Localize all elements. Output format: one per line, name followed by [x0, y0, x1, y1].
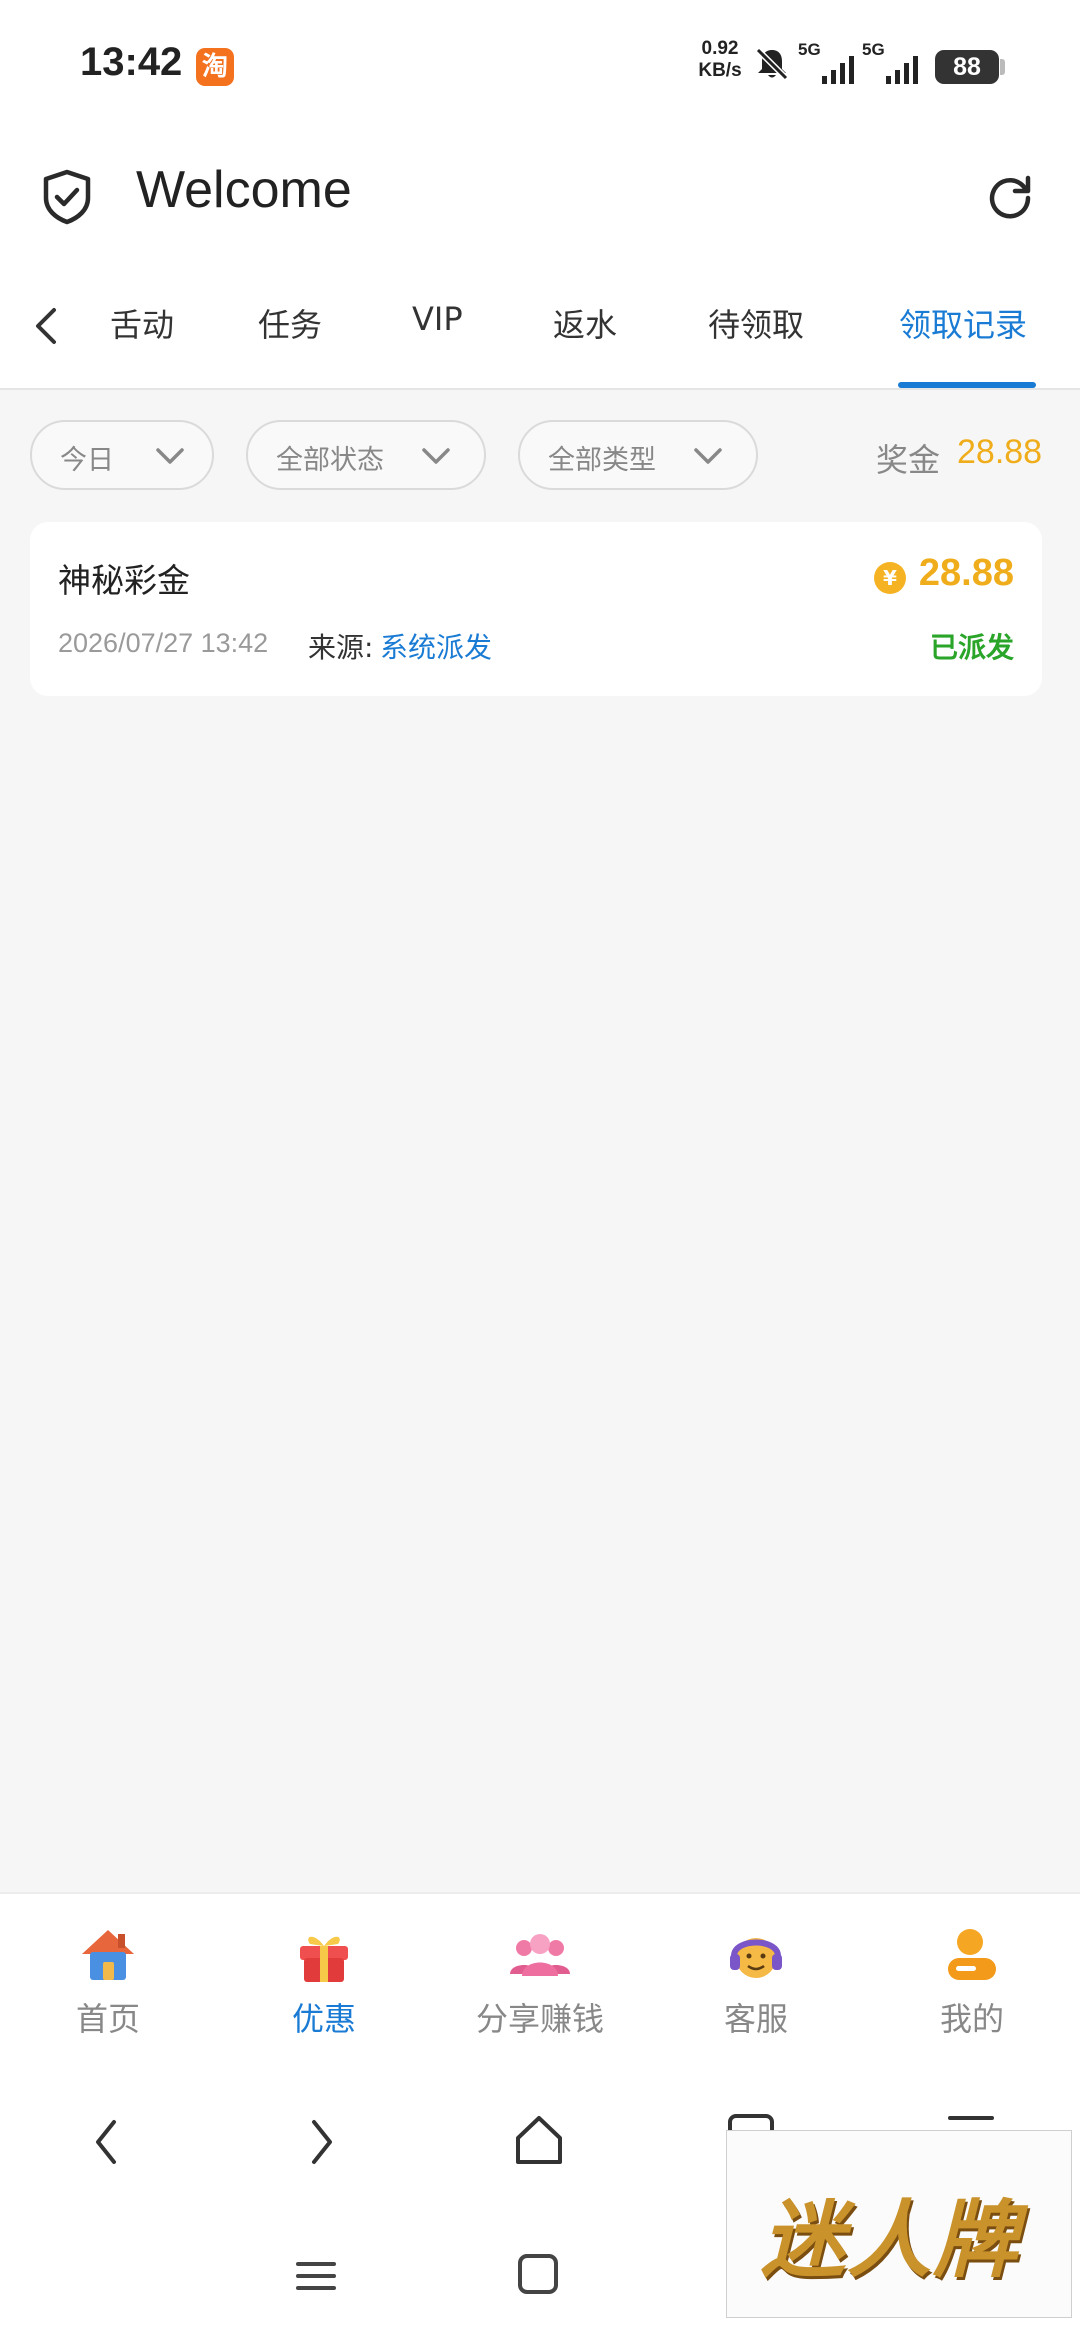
status-filter-dropdown[interactable]: 全部状态 — [246, 420, 486, 490]
browser-menu-icon[interactable] — [946, 2112, 996, 2132]
battery-tip — [1000, 59, 1005, 75]
watermark-text: 迷人牌 — [761, 2190, 1020, 2289]
nav-label-promotions: 优惠 — [291, 2000, 356, 2038]
shield-check-icon — [43, 169, 91, 225]
date-filter-dropdown[interactable]: 今日 — [30, 420, 214, 490]
app-header: Welcome — [0, 130, 1080, 260]
watermark-logo: 迷人牌 — [726, 2130, 1072, 2318]
tab-pending[interactable]: 待领取 — [708, 300, 804, 346]
network-speed-value: 0.92 — [701, 38, 739, 59]
type-filter-dropdown[interactable]: 全部类型 — [518, 420, 758, 490]
nav-label-profile: 我的 — [939, 2000, 1004, 2038]
sim2-network-label: 5G — [862, 40, 885, 59]
house-icon — [82, 1930, 134, 1980]
users-group-icon — [510, 1934, 570, 1976]
status-filter-label: 全部状态 — [276, 445, 384, 476]
claim-record-card[interactable]: 神秘彩金 ¥ 28.88 2026/07/27 13:42 来源: 系统派发 已… — [30, 522, 1042, 696]
tab-tasks[interactable]: 任务 — [258, 300, 322, 346]
chevron-down-icon — [694, 448, 722, 464]
bell-muted-icon — [755, 47, 789, 81]
user-profile-icon — [948, 1929, 996, 1980]
browser-forward-icon[interactable] — [302, 2114, 342, 2170]
chevron-down-icon — [156, 448, 184, 464]
recent-apps-icon[interactable] — [294, 2256, 338, 2296]
tab-activity[interactable]: 舌动 — [110, 300, 174, 346]
network-speed-unit: KB/s — [698, 60, 742, 81]
gift-box-icon — [300, 1936, 348, 1982]
type-filter-label: 全部类型 — [548, 445, 656, 476]
status-time: 13:42 — [80, 40, 183, 84]
refresh-icon[interactable] — [982, 168, 1038, 224]
signal-sim2-icon: 5G — [862, 40, 924, 86]
tab-rebate[interactable]: 返水 — [553, 300, 617, 346]
system-home-icon[interactable] — [516, 2252, 560, 2296]
nav-label-home: 首页 — [75, 2000, 140, 2038]
date-filter-label: 今日 — [60, 445, 114, 476]
active-tab-indicator — [898, 382, 1036, 388]
nav-item-promotions[interactable]: 优惠 — [234, 1922, 414, 2062]
page-title: Welcome — [136, 161, 352, 219]
bottom-navigation: 首页 优惠 分享赚钱 客服 我的 — [0, 1892, 1080, 2092]
page: 13:42 淘 0.92 KB/s 5G 5G 88 Welcome 舌动 任务… — [0, 0, 1080, 2340]
chevron-left-icon[interactable] — [26, 304, 66, 348]
record-source: 系统派发 — [380, 631, 493, 664]
signal-sim1-icon: 5G — [798, 40, 860, 86]
nav-item-share-earn[interactable]: 分享赚钱 — [450, 1922, 630, 2062]
nav-item-home[interactable]: 首页 — [18, 1922, 198, 2062]
bonus-total-value: 28.88 — [957, 433, 1043, 471]
nav-item-profile[interactable]: 我的 — [882, 1922, 1062, 2062]
coin-icon: ¥ — [874, 562, 906, 594]
browser-back-icon[interactable] — [86, 2114, 126, 2170]
record-timestamp: 2026/07/27 13:42 — [58, 628, 269, 658]
category-tabs: 舌动 任务 VIP 返水 待领取 领取记录 — [0, 260, 1080, 390]
record-source-label: 来源: — [308, 631, 374, 664]
status-bar: 13:42 淘 0.92 KB/s 5G 5G 88 — [0, 0, 1080, 130]
record-status-badge: 已派发 — [929, 631, 1014, 664]
network-speed: 0.92 KB/s — [695, 38, 745, 82]
sim1-network-label: 5G — [798, 40, 821, 59]
tab-claim-records[interactable]: 领取记录 — [899, 300, 1027, 346]
tabs-switcher-icon[interactable] — [726, 2112, 776, 2132]
nav-label-customer-service: 客服 — [723, 2000, 788, 2038]
tab-vip[interactable]: VIP — [412, 300, 463, 338]
battery-icon: 88 — [935, 50, 999, 84]
record-amount: 28.88 — [918, 552, 1014, 594]
record-title: 神秘彩金 — [58, 561, 190, 600]
nav-item-customer-service[interactable]: 客服 — [666, 1922, 846, 2062]
browser-home-icon[interactable] — [510, 2112, 568, 2170]
taobao-notification-icon: 淘 — [196, 48, 234, 86]
chevron-down-icon — [422, 448, 450, 464]
headset-agent-icon — [730, 1938, 782, 1978]
bonus-total-label: 奖金 — [876, 441, 941, 479]
nav-label-share-earn: 分享赚钱 — [475, 2000, 604, 2038]
